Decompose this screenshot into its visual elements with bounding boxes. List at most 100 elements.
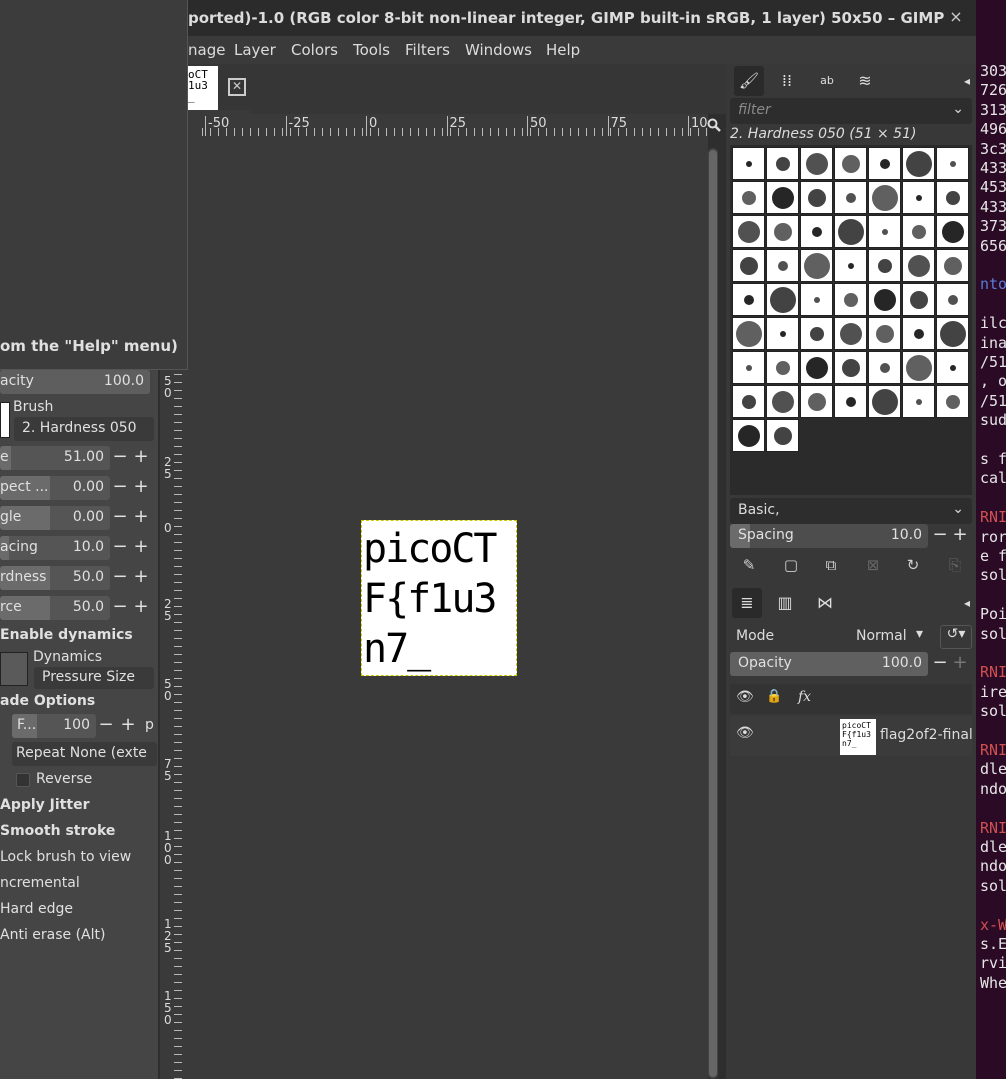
minus-icon[interactable]: −	[110, 447, 130, 469]
brush-cell[interactable]	[834, 385, 867, 418]
brush-cell[interactable]	[766, 215, 799, 248]
vertical-scrollbar[interactable]	[708, 148, 718, 1079]
canvas-area[interactable]: picoCT F{f1u3 n7_	[188, 136, 708, 1079]
brush-cell[interactable]	[834, 317, 867, 350]
minus-icon[interactable]: −	[110, 537, 130, 559]
dock-menu-icon[interactable]: ◂	[952, 66, 982, 96]
brush-cell[interactable]	[766, 419, 799, 452]
open-as-image-icon[interactable]: ⎘	[944, 554, 966, 576]
smooth-stroke-label[interactable]: Smooth stroke	[0, 823, 115, 839]
brush-cell[interactable]	[936, 181, 969, 214]
hardness-slider[interactable]: rdness 50.0	[0, 566, 110, 590]
chevron-down-icon[interactable]: ⌄	[952, 101, 964, 117]
minus-icon[interactable]: −	[930, 525, 950, 547]
anti-erase-label[interactable]: Anti erase (Alt)	[0, 927, 105, 943]
brush-cell[interactable]	[800, 249, 833, 282]
dynamics-select[interactable]: Pressure Size	[34, 667, 154, 689]
brush-cell[interactable]	[766, 249, 799, 282]
pattern-icon[interactable]: ⁞⁞	[772, 66, 802, 96]
delete-brush-icon[interactable]: ⊠	[862, 554, 884, 576]
brush-cell[interactable]	[732, 215, 765, 248]
layer-opacity-row[interactable]: Opacity 100.0 − +	[730, 652, 972, 676]
size-row[interactable]: e 51.00 − +	[0, 446, 158, 470]
close-button[interactable]: ×	[946, 7, 966, 27]
brush-cell[interactable]	[732, 249, 765, 282]
brush-cell[interactable]	[868, 215, 901, 248]
brush-cell[interactable]	[800, 351, 833, 384]
dock-menu-icon[interactable]: ◂	[952, 588, 982, 618]
angle-row[interactable]: gle 0.00 − +	[0, 506, 158, 530]
menu-colors[interactable]: Colors	[291, 41, 338, 59]
brush-cell[interactable]	[902, 385, 935, 418]
brush-cell[interactable]	[902, 317, 935, 350]
dynamics-icon[interactable]	[0, 652, 28, 686]
brush-cell[interactable]	[766, 351, 799, 384]
hardness-row[interactable]: rdness 50.0 − +	[0, 566, 158, 590]
brush-cell[interactable]	[732, 147, 765, 180]
brush-cell[interactable]	[732, 419, 765, 452]
brush-cell[interactable]	[936, 317, 969, 350]
brush-cell[interactable]	[834, 147, 867, 180]
layers-icon[interactable]: ≣	[732, 588, 762, 618]
brush-cell[interactable]	[902, 283, 935, 316]
dropdown-arrow-icon[interactable]: ▾	[916, 626, 923, 642]
plus-icon[interactable]: +	[131, 567, 151, 589]
brush-cell[interactable]	[732, 181, 765, 214]
apply-jitter-label[interactable]: Apply Jitter	[0, 797, 89, 813]
brush-cell[interactable]	[868, 283, 901, 316]
history-icon[interactable]: ≋	[850, 66, 880, 96]
minus-icon[interactable]: −	[96, 715, 116, 737]
reset-mode-icon[interactable]: ↺▾	[940, 625, 972, 649]
brush-cell[interactable]	[732, 385, 765, 418]
layer-visibility-eye-icon[interactable]: 👁	[736, 725, 754, 741]
brush-cell[interactable]	[766, 317, 799, 350]
plus-icon[interactable]: +	[118, 715, 138, 737]
plus-icon[interactable]: +	[131, 447, 151, 469]
zoom-icon[interactable]	[707, 118, 721, 132]
brush-cell[interactable]	[936, 215, 969, 248]
layer-row[interactable]: 👁 picoCT F{f1u3 n7_ flag2of2-final	[730, 716, 973, 756]
brush-cell[interactable]	[800, 215, 833, 248]
brush-cell[interactable]	[800, 317, 833, 350]
aspect-slider[interactable]: pect ... 0.00	[0, 476, 110, 500]
brush-cell[interactable]	[868, 181, 901, 214]
brush-cell[interactable]	[902, 147, 935, 180]
brush-cell[interactable]	[766, 181, 799, 214]
spacing-row[interactable]: acing 10.0 − +	[0, 536, 158, 560]
plus-icon[interactable]: +	[950, 653, 970, 675]
menu-filters[interactable]: Filters	[405, 41, 450, 59]
brush-cell[interactable]	[868, 385, 901, 418]
new-brush-icon[interactable]: ▢	[780, 554, 802, 576]
brush-cell[interactable]	[834, 181, 867, 214]
mode-value[interactable]: Normal	[856, 628, 907, 644]
force-row[interactable]: rce 50.0 − +	[0, 596, 158, 620]
font-icon[interactable]: ab	[812, 66, 842, 96]
brush-cell[interactable]	[834, 215, 867, 248]
repeat-select[interactable]: Repeat None (exte	[12, 742, 157, 766]
brush-filter-input[interactable]: filter ⌄	[730, 98, 972, 124]
eye-icon[interactable]: 👁	[736, 689, 754, 705]
chevron-down-icon[interactable]: ⌄	[952, 501, 964, 517]
opacity-row[interactable]: acity 100.0	[0, 370, 158, 394]
brush-cell[interactable]	[902, 351, 935, 384]
incremental-label[interactable]: ncremental	[0, 875, 80, 891]
brush-cell[interactable]	[766, 283, 799, 316]
menu-image[interactable]: nage	[188, 41, 225, 59]
brush-cell[interactable]	[800, 147, 833, 180]
layers-list[interactable]	[730, 756, 972, 1079]
brush-cell[interactable]	[936, 249, 969, 282]
menu-windows[interactable]: Windows	[465, 41, 532, 59]
paths-icon[interactable]: ⋈	[810, 588, 840, 618]
brush-cell[interactable]	[902, 215, 935, 248]
plus-icon[interactable]: +	[131, 597, 151, 619]
fade-length-row[interactable]: F... 100 − + p	[12, 714, 160, 738]
plus-icon[interactable]: +	[131, 507, 151, 529]
channels-icon[interactable]: ▥	[770, 588, 800, 618]
brush-preview[interactable]	[0, 402, 10, 438]
menu-tools[interactable]: Tools	[353, 41, 390, 59]
brush-cell[interactable]	[936, 147, 969, 180]
plus-icon[interactable]: +	[950, 525, 970, 547]
reverse-checkbox[interactable]	[16, 773, 30, 787]
brush-cell[interactable]	[834, 351, 867, 384]
lock-icon[interactable]: 🔒	[766, 689, 782, 704]
